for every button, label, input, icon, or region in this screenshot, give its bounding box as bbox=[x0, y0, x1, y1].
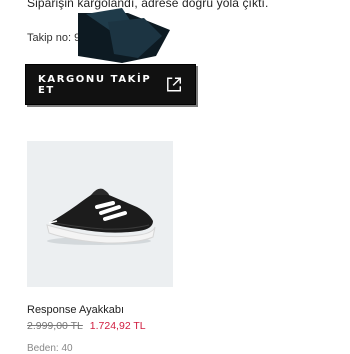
product-image[interactable] bbox=[27, 141, 173, 287]
product-name: Response Ayakkabı bbox=[27, 304, 125, 316]
shipping-status-text: Siparişin kargolandı, adrese doğru yola … bbox=[27, 0, 269, 10]
original-price: 2.999,00 TL bbox=[27, 320, 83, 332]
overlay-graphic bbox=[78, 8, 170, 63]
sale-price: 1.724,92 TL bbox=[89, 320, 146, 332]
track-shipment-button[interactable]: KARGONU TAKİP ET bbox=[25, 64, 196, 105]
tracking-number: Takip no: 9 bbox=[27, 32, 81, 44]
running-shoe-image bbox=[46, 188, 156, 245]
external-link-icon bbox=[166, 77, 181, 92]
track-shipment-label: KARGONU TAKİP ET bbox=[38, 73, 152, 96]
price-row: 2.999,00 TL 1.724,92 TL bbox=[27, 320, 146, 332]
product-size: Beden: 40 bbox=[27, 343, 73, 354]
